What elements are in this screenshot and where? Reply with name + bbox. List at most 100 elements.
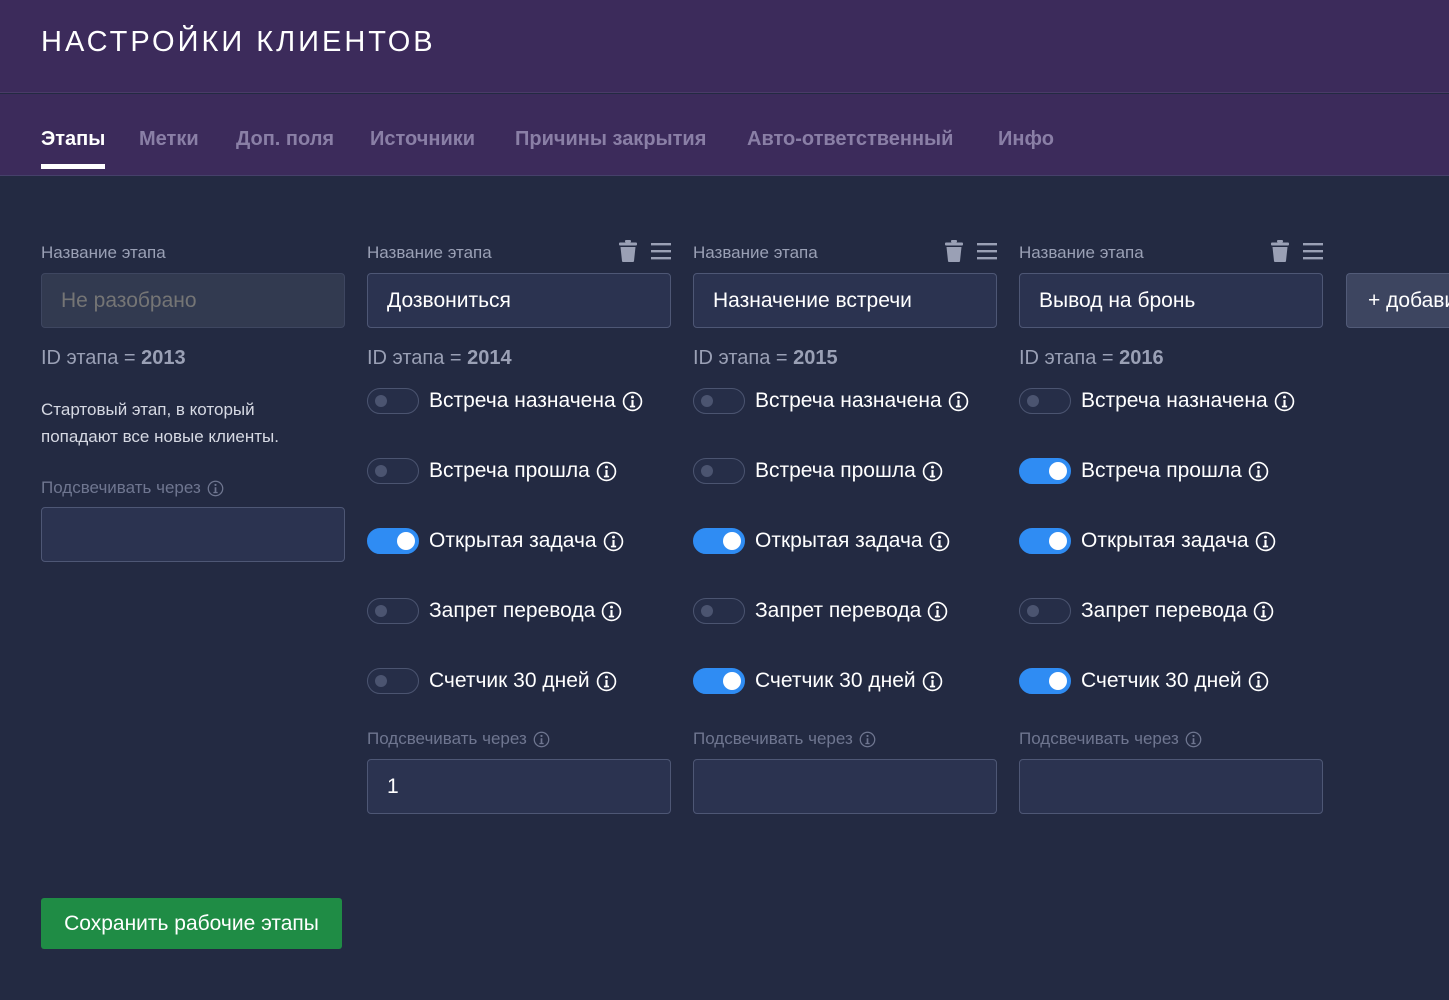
info-icon[interactable]	[948, 391, 969, 412]
stage-name-input[interactable]	[367, 273, 671, 328]
toggle-label: Счетчик 30 дней	[755, 669, 916, 692]
info-icon[interactable]	[922, 671, 943, 692]
page-title: НАСТРОЙКИ КЛИЕНТОВ	[41, 26, 436, 58]
info-icon[interactable]	[927, 601, 948, 622]
stage-description: Стартовый этап, в который попадают все н…	[41, 400, 279, 446]
info-icon[interactable]	[533, 731, 550, 748]
counter-30-switch[interactable]	[367, 668, 419, 694]
tabs-bar: Этапы Метки Доп. поля Источники Причины …	[0, 94, 1449, 176]
info-icon[interactable]	[1248, 461, 1269, 482]
toggle-label: Открытая задача	[429, 529, 597, 552]
stage-name-label: Название этапа	[693, 243, 818, 262]
info-icon[interactable]	[601, 601, 622, 622]
toggle-row-transfer-ban: Запрет перевода	[367, 596, 622, 626]
stage-id: ID этапа = 2013	[41, 347, 186, 369]
highlight-input[interactable]	[693, 759, 997, 814]
stage-name-input[interactable]	[1019, 273, 1323, 328]
page-header: НАСТРОЙКИ КЛИЕНТОВ	[0, 0, 1449, 93]
open-task-switch[interactable]	[693, 528, 745, 554]
counter-30-switch[interactable]	[693, 668, 745, 694]
tab-stages[interactable]: Этапы	[41, 128, 106, 169]
drag-handle-icon[interactable]	[651, 242, 671, 260]
toggle-label: Открытая задача	[1081, 529, 1249, 552]
meeting-scheduled-switch[interactable]	[367, 388, 419, 414]
toggle-label: Встреча назначена	[1081, 389, 1268, 412]
stage-id: ID этапа = 2016	[1019, 347, 1164, 369]
toggle-label: Встреча прошла	[429, 459, 590, 482]
toggle-label: Встреча прошла	[755, 459, 916, 482]
toggle-label: Счетчик 30 дней	[429, 669, 590, 692]
meeting-done-switch[interactable]	[693, 458, 745, 484]
toggle-row-meeting-done: Встреча прошла	[693, 456, 943, 486]
highlight-input[interactable]	[1019, 759, 1323, 814]
toggle-label: Открытая задача	[755, 529, 923, 552]
toggle-row-counter-30: Счетчик 30 дней	[693, 666, 943, 696]
info-icon[interactable]	[1185, 731, 1202, 748]
toggle-label: Запрет перевода	[429, 599, 596, 622]
toggle-label: Встреча назначена	[755, 389, 942, 412]
highlight-label: Подсвечивать через	[693, 729, 876, 749]
stage-id: ID этапа = 2014	[367, 347, 512, 369]
stage-name-input	[41, 273, 345, 328]
info-icon[interactable]	[1255, 531, 1276, 552]
toggle-row-open-task: Открытая задача	[1019, 526, 1276, 556]
stage-name-input[interactable]	[693, 273, 997, 328]
stage-id: ID этапа = 2015	[693, 347, 838, 369]
highlight-input[interactable]	[41, 507, 345, 562]
tab-tags[interactable]: Метки	[139, 128, 199, 151]
stage-name-label: Название этапа	[1019, 243, 1144, 262]
info-icon[interactable]	[622, 391, 643, 412]
trash-icon[interactable]	[945, 240, 963, 262]
add-stage-button[interactable]: + добавить этап	[1346, 273, 1449, 328]
highlight-label: Подсвечивать через	[1019, 729, 1202, 749]
highlight-label: Подсвечивать через	[41, 478, 224, 498]
tab-info[interactable]: Инфо	[998, 128, 1054, 151]
toggle-row-transfer-ban: Запрет перевода	[693, 596, 948, 626]
meeting-scheduled-switch[interactable]	[1019, 388, 1071, 414]
toggle-label: Запрет перевода	[755, 599, 922, 622]
tab-sources[interactable]: Источники	[370, 128, 475, 151]
open-task-switch[interactable]	[367, 528, 419, 554]
toggle-row-open-task: Открытая задача	[693, 526, 950, 556]
meeting-done-switch[interactable]	[367, 458, 419, 484]
toggle-label: Запрет перевода	[1081, 599, 1248, 622]
info-icon[interactable]	[1274, 391, 1295, 412]
drag-handle-icon[interactable]	[1303, 242, 1323, 260]
transfer-ban-switch[interactable]	[1019, 598, 1071, 624]
toggle-row-meeting-done: Встреча прошла	[1019, 456, 1269, 486]
info-icon[interactable]	[1248, 671, 1269, 692]
tab-close-reasons[interactable]: Причины закрытия	[515, 128, 706, 151]
transfer-ban-switch[interactable]	[367, 598, 419, 624]
info-icon[interactable]	[207, 480, 224, 497]
toggle-row-counter-30: Счетчик 30 дней	[367, 666, 617, 696]
stage-name-label: Название этапа	[41, 243, 166, 262]
save-stages-button[interactable]: Сохранить рабочие этапы	[41, 898, 342, 949]
toggle-label: Встреча назначена	[429, 389, 616, 412]
info-icon[interactable]	[596, 461, 617, 482]
stage-name-label: Название этапа	[367, 243, 492, 262]
tab-extra-fields[interactable]: Доп. поля	[236, 128, 334, 151]
toggle-row-counter-30: Счетчик 30 дней	[1019, 666, 1269, 696]
info-icon[interactable]	[603, 531, 624, 552]
counter-30-switch[interactable]	[1019, 668, 1071, 694]
toggle-row-open-task: Открытая задача	[367, 526, 624, 556]
toggle-row-meeting-scheduled: Встреча назначена	[367, 386, 643, 416]
open-task-switch[interactable]	[1019, 528, 1071, 554]
toggle-row-meeting-done: Встреча прошла	[367, 456, 617, 486]
info-icon[interactable]	[859, 731, 876, 748]
transfer-ban-switch[interactable]	[693, 598, 745, 624]
toggle-row-meeting-scheduled: Встреча назначена	[693, 386, 969, 416]
info-icon[interactable]	[922, 461, 943, 482]
info-icon[interactable]	[929, 531, 950, 552]
toggle-label: Счетчик 30 дней	[1081, 669, 1242, 692]
toggle-label: Встреча прошла	[1081, 459, 1242, 482]
trash-icon[interactable]	[1271, 240, 1289, 262]
meeting-scheduled-switch[interactable]	[693, 388, 745, 414]
info-icon[interactable]	[596, 671, 617, 692]
info-icon[interactable]	[1253, 601, 1274, 622]
tab-auto-responsible[interactable]: Авто-ответственный	[747, 128, 953, 151]
highlight-input[interactable]	[367, 759, 671, 814]
trash-icon[interactable]	[619, 240, 637, 262]
drag-handle-icon[interactable]	[977, 242, 997, 260]
meeting-done-switch[interactable]	[1019, 458, 1071, 484]
